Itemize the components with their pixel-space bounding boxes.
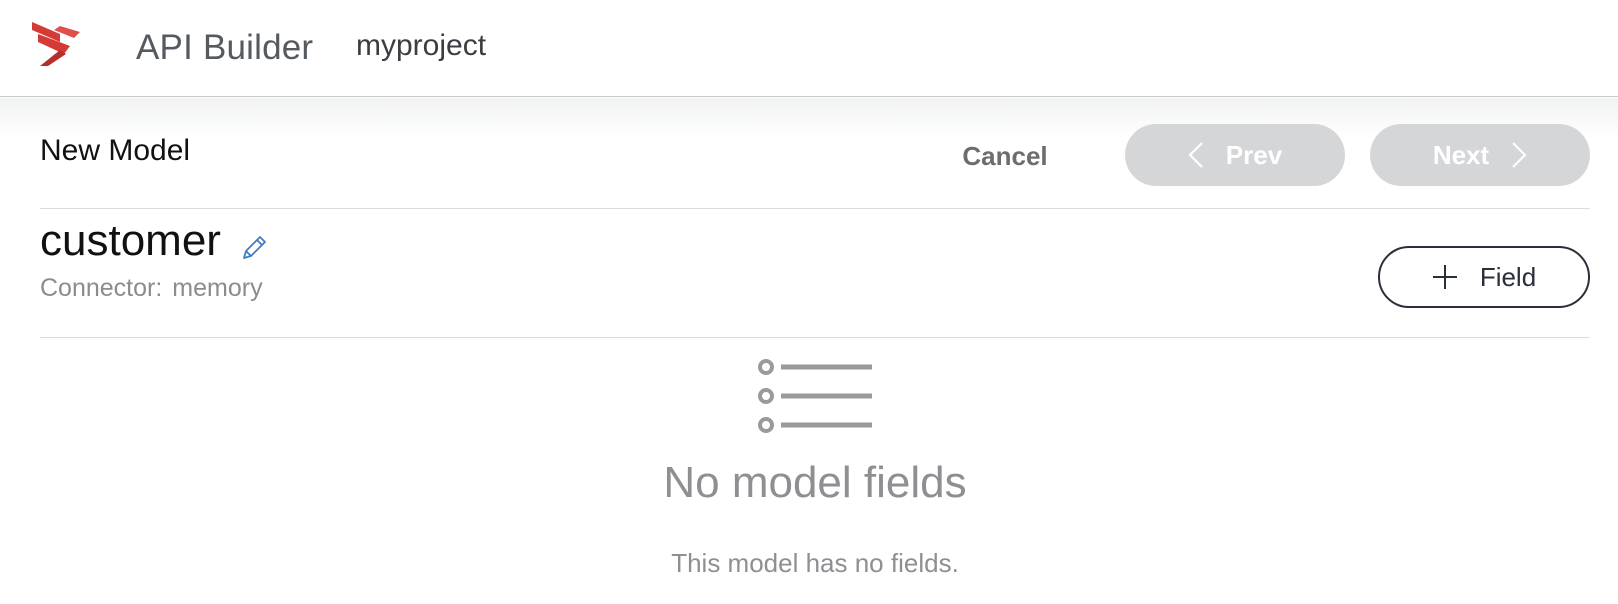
connector-label: Connector: <box>40 274 163 302</box>
prev-button[interactable]: Prev <box>1125 124 1345 186</box>
chevron-right-icon <box>1512 142 1527 168</box>
connector-info: Connector: memory <box>40 274 263 303</box>
connector-value: memory <box>172 274 263 302</box>
divider <box>40 208 1590 209</box>
pencil-icon[interactable] <box>240 232 270 262</box>
header-shadow <box>0 98 1618 138</box>
next-button[interactable]: Next <box>1370 124 1590 186</box>
top-header: API Builder myproject <box>0 0 1618 97</box>
page-title: New Model <box>40 134 191 167</box>
prev-button-label: Prev <box>1225 139 1283 170</box>
add-field-label: Field <box>1479 261 1537 292</box>
add-field-button[interactable]: Field <box>1378 246 1590 308</box>
chevron-left-icon <box>1188 142 1203 168</box>
divider <box>40 337 1590 338</box>
plus-icon <box>1432 265 1457 289</box>
empty-state-message: This model has no fields. <box>671 548 959 578</box>
empty-state-title: No model fields <box>663 458 967 507</box>
model-name: customer <box>40 216 221 265</box>
app-title: API Builder <box>136 28 314 67</box>
cancel-button[interactable]: Cancel <box>940 136 1070 176</box>
list-icon <box>758 359 872 433</box>
axway-logo-icon[interactable] <box>30 20 82 68</box>
next-button-label: Next <box>1432 139 1490 170</box>
project-name[interactable]: myproject <box>356 29 486 63</box>
